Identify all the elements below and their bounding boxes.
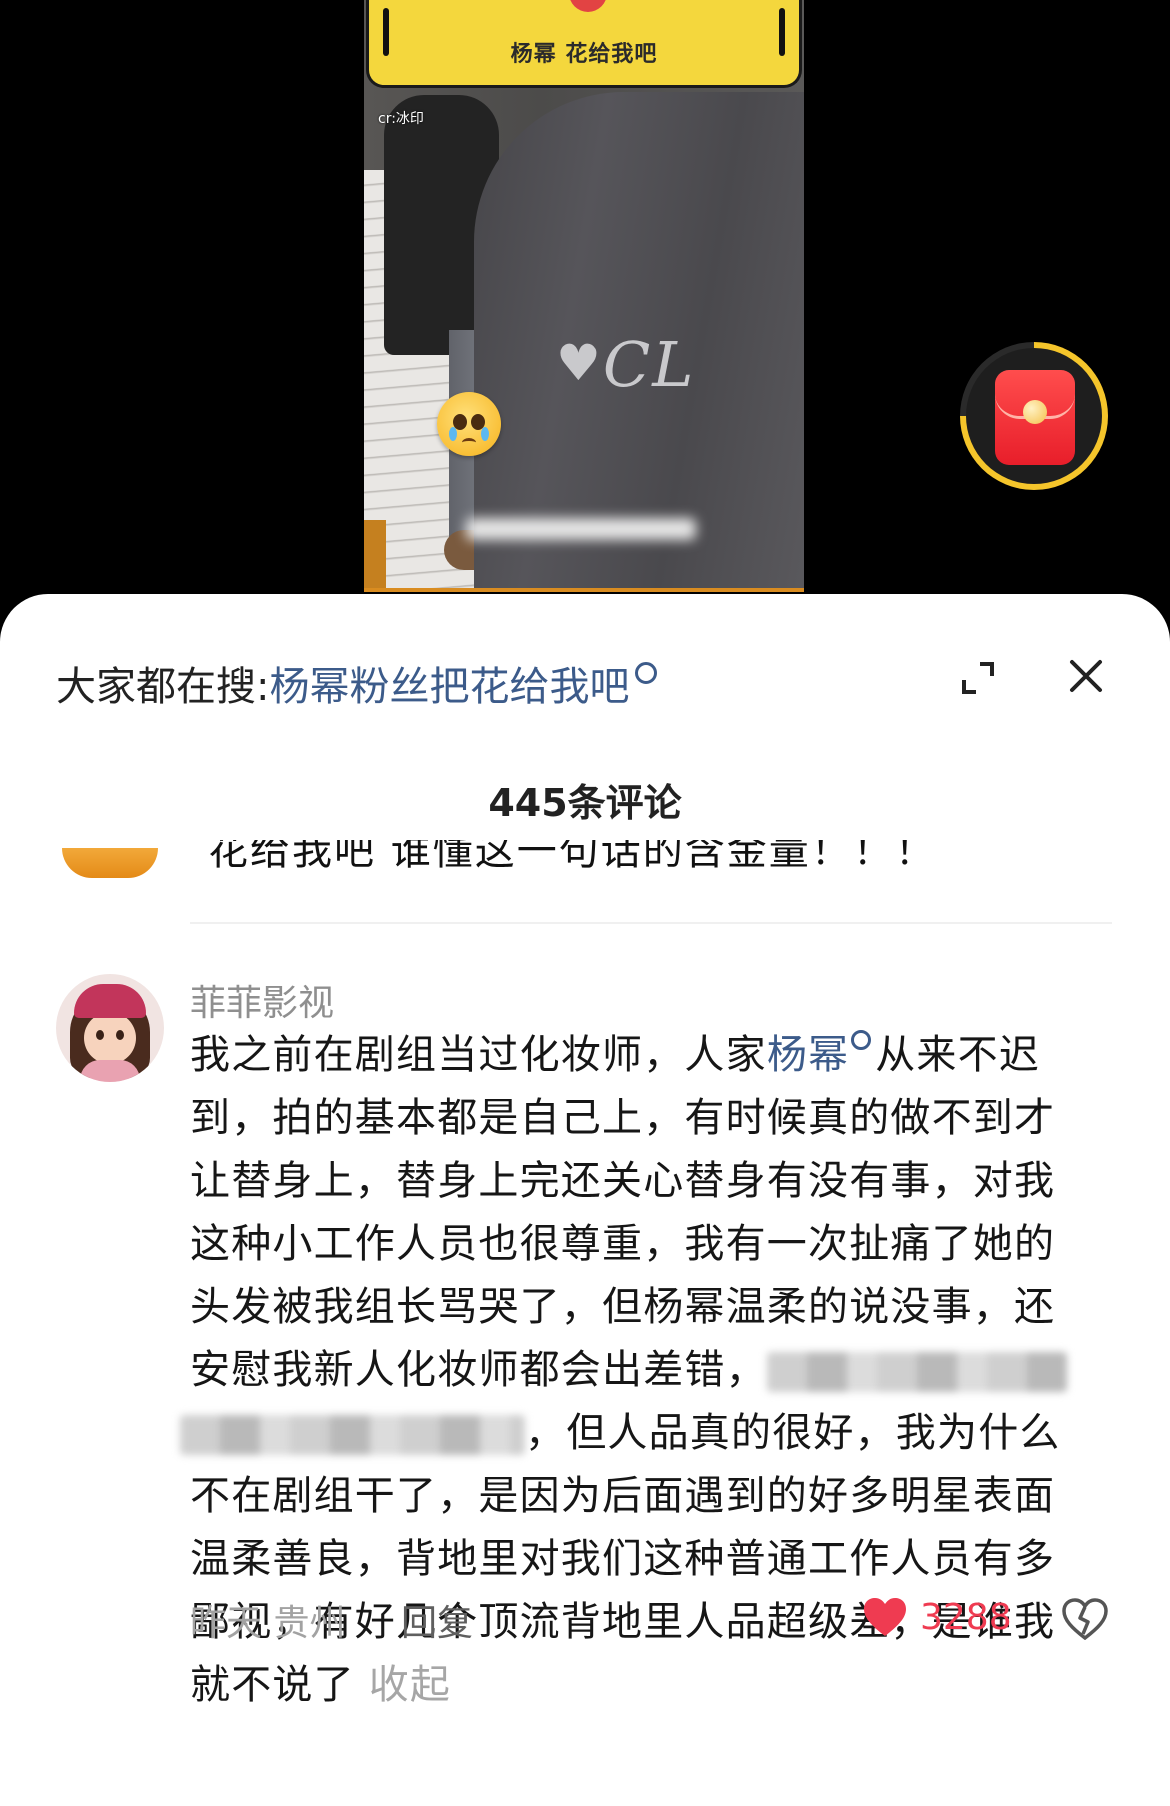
dislike-icon[interactable]: [1062, 1598, 1108, 1640]
blurred-caption: [466, 518, 696, 540]
watermark-text: CL: [602, 328, 696, 401]
red-packet-seal: [1023, 400, 1047, 424]
comment-line-1a: 我之前在剧组当过化妆师，人家: [190, 1032, 767, 1078]
banner-emoji: [569, 0, 607, 12]
watermark-heart-icon: ♥: [556, 334, 603, 392]
redacted-text: [180, 1415, 525, 1455]
comment-meta: 昨天 贵州 回复: [190, 1594, 473, 1646]
divider: [190, 922, 1112, 924]
comment-line-11: 就不说了 收起: [190, 1654, 1112, 1717]
comment-line-11-text: 就不说了: [190, 1662, 355, 1708]
comment-line-5: 头发被我组长骂哭了，但杨幂温柔的说没事，还: [190, 1284, 1056, 1330]
comment-line-8: 不在剧组干了，是因为后面遇到的好多明星表面: [190, 1473, 1056, 1519]
comment-count: 445条评论: [488, 781, 682, 825]
video-player[interactable]: 杨幂 花给我吧 cr:冰印 ♥CL: [0, 0, 1170, 600]
crying-emoji-icon: [437, 392, 501, 456]
close-icon[interactable]: [1066, 656, 1106, 696]
emoji-tear-left: [449, 427, 457, 441]
comment-line-6-text: 安慰我新人化妆师都会出差错，: [190, 1347, 767, 1393]
search-icon: [851, 1030, 872, 1050]
search-suggestion[interactable]: 大家都在搜:杨幂粉丝把花给我吧: [56, 654, 658, 712]
avatar-hat: [74, 984, 146, 1018]
video-watermark: ♥CL: [556, 328, 695, 401]
comment-keyword-link[interactable]: 杨幂: [767, 1032, 849, 1078]
comment-username[interactable]: 菲菲影视: [190, 974, 334, 1026]
comment-time: 昨天: [190, 1603, 263, 1644]
comment-sheet: 大家都在搜:杨幂粉丝把花给我吧 445条评论 花给我吧 谁懂这一句话的含金量！！…: [0, 594, 1170, 1806]
banner-text: 杨幂 花给我吧: [510, 42, 658, 67]
search-keyword-link[interactable]: 杨幂粉丝把花给我吧: [269, 664, 629, 710]
comment-line: 我之前在剧组当过化妆师，人家杨幂 从来不迟: [190, 1024, 1112, 1087]
video-wood: [364, 520, 386, 592]
emoji-tear-right: [481, 427, 489, 441]
comment-line-7-text: ，但人品真的很好，我为什么: [525, 1410, 1061, 1456]
comment-line-2: 到，拍的基本都是自己上，有时候真的做不到才: [190, 1095, 1056, 1141]
emoji-mouth: [462, 438, 476, 447]
comment-line-6: 安慰我新人化妆师都会出差错，: [190, 1339, 1112, 1402]
comment-line-9: 温柔善良，背地里对我们这种普通工作人员有多: [190, 1536, 1056, 1582]
avatar-eye-right: [116, 1030, 124, 1040]
comment-location: 贵州: [273, 1603, 346, 1644]
video-banner: 杨幂 花给我吧: [366, 0, 802, 88]
collapse-button[interactable]: 收起: [369, 1662, 451, 1708]
video-frame[interactable]: [364, 0, 804, 592]
video-credit: cr:冰印: [378, 111, 424, 127]
avatar-body: [80, 1060, 140, 1082]
previous-comment-text-content: 花给我吧 谁懂这一句话的含金量！！！: [208, 840, 937, 874]
reply-button[interactable]: 回复: [401, 1603, 473, 1644]
red-packet-icon[interactable]: [995, 370, 1075, 465]
video-bottom-edge: [364, 588, 804, 592]
like-count: 3288: [920, 1596, 1012, 1638]
avatar[interactable]: [56, 974, 164, 1082]
previous-comment-text: 花给我吧 谁懂这一句话的含金量！！！: [208, 840, 937, 874]
like-button[interactable]: 3288: [862, 1594, 1012, 1640]
search-icon: [635, 662, 658, 684]
comment-line-3: 让替身上，替身上完还关心替身有没有事，对我: [190, 1158, 1056, 1204]
comment-line-1b: 从来不迟: [875, 1032, 1041, 1078]
comment-line-7: ，但人品真的很好，我为什么: [180, 1402, 1112, 1465]
search-prefix: 大家都在搜:: [56, 664, 270, 710]
expand-icon[interactable]: [960, 660, 996, 696]
avatar-eye-left: [96, 1030, 104, 1040]
previous-comment-avatar[interactable]: [62, 848, 158, 878]
avatar-face: [84, 1012, 136, 1064]
heart-icon[interactable]: [862, 1596, 908, 1638]
redacted-text: [766, 1352, 1067, 1392]
comment-line-4: 这种小工作人员也很尊重，我有一次扯痛了她的: [190, 1221, 1056, 1267]
